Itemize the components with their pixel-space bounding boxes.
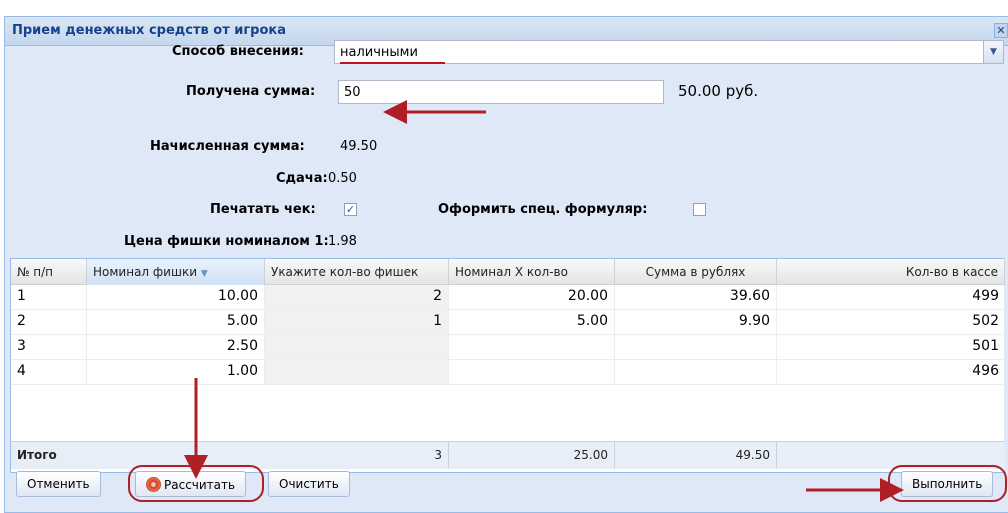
print-receipt-label: Печатать чек: [210,202,316,217]
annotation-highlight-calculate [128,465,264,502]
sort-desc-icon: ▼ [200,269,208,279]
col-header-cashbox[interactable]: Кол-во в кассе [777,259,1005,285]
chip-price-label: Цена фишки номиналом 1: [124,234,329,249]
cell-count[interactable]: 2 [265,285,449,309]
summary-count: 3 [265,442,449,469]
cell-rub: 39.60 [615,285,777,309]
chip-price-value: 1.98 [328,234,357,249]
change-label: Сдача: [276,171,328,186]
cell-nominal: 10.00 [87,285,265,309]
accrued-label: Начисленная сумма: [150,139,305,154]
method-label: Способ внесения: [172,44,304,59]
dialog-title: Прием денежных средств от игрока [12,23,287,38]
cell-nominal: 2.50 [87,335,265,359]
cell-nominal: 1.00 [87,360,265,384]
table-row[interactable]: 4 1.00 496 [11,360,1005,385]
cell-product [449,335,615,359]
cell-cashbox: 496 [972,363,999,379]
close-icon[interactable]: ✕ [994,23,1008,38]
cell-cashbox: 501 [972,338,999,354]
change-value: 0.50 [328,171,357,186]
checkbox-checked-icon[interactable]: ✓ [344,203,357,216]
cell-product: 20.00 [449,285,615,309]
cell-cashbox: 502 [972,313,999,329]
col-header-rub[interactable]: Сумма в рублях [615,259,777,285]
col-header-count[interactable]: Укажите кол-во фишек [265,259,449,285]
summary-nominal-total: 25.00 [449,442,615,469]
cell-num: 2 [11,310,87,334]
accrued-value: 49.50 [340,139,378,154]
cancel-button[interactable]: Отменить [16,471,101,497]
cell-nominal: 5.00 [87,310,265,334]
received-label: Получена сумма: [186,84,316,99]
col-header-product[interactable]: Номинал Х кол-во [449,259,615,285]
cell-product [449,360,615,384]
received-formatted: 50.00 руб. [678,82,759,100]
col-header-nominal-label: Номинал фишки [93,265,197,279]
payment-method-select[interactable]: наличными ▼ [334,40,1004,64]
clear-button[interactable]: Очистить [268,471,350,497]
cell-count[interactable] [265,335,449,359]
special-form-label: Оформить спец. формуляр: [438,202,648,217]
grid-header: № п/п Номинал фишки ▼ Укажите кол-во фиш… [11,259,1005,285]
cell-rub: 9.90 [615,310,777,334]
payment-method-value: наличными [340,45,418,60]
annotation-underline [340,62,445,64]
table-row[interactable]: 1 10.00 2 20.00 39.60 499 [11,285,1005,310]
chips-grid: № п/п Номинал фишки ▼ Укажите кол-во фиш… [10,258,1005,473]
received-amount-value: 50 [344,85,361,100]
summary-label: Итого [17,448,57,462]
col-header-num[interactable]: № п/п [11,259,87,285]
cell-rub [615,360,777,384]
checkbox-empty-icon[interactable] [693,203,706,216]
cell-product: 5.00 [449,310,615,334]
table-row[interactable]: 3 2.50 501 [11,335,1005,360]
cell-count[interactable]: 1 [265,310,449,334]
received-amount-input[interactable]: 50 [338,80,664,104]
cell-count[interactable] [265,360,449,384]
chevron-down-icon[interactable]: ▼ [983,41,1003,63]
cell-num: 1 [11,285,87,309]
cell-num: 4 [11,360,87,384]
cell-cashbox: 499 [972,288,999,304]
table-row[interactable]: 2 5.00 1 5.00 9.90 502 [11,310,1005,335]
cell-num: 3 [11,335,87,359]
annotation-highlight-execute [888,465,1007,502]
col-header-nominal[interactable]: Номинал фишки ▼ [87,259,265,285]
cell-rub [615,335,777,359]
summary-rub-total: 49.50 [615,442,777,469]
